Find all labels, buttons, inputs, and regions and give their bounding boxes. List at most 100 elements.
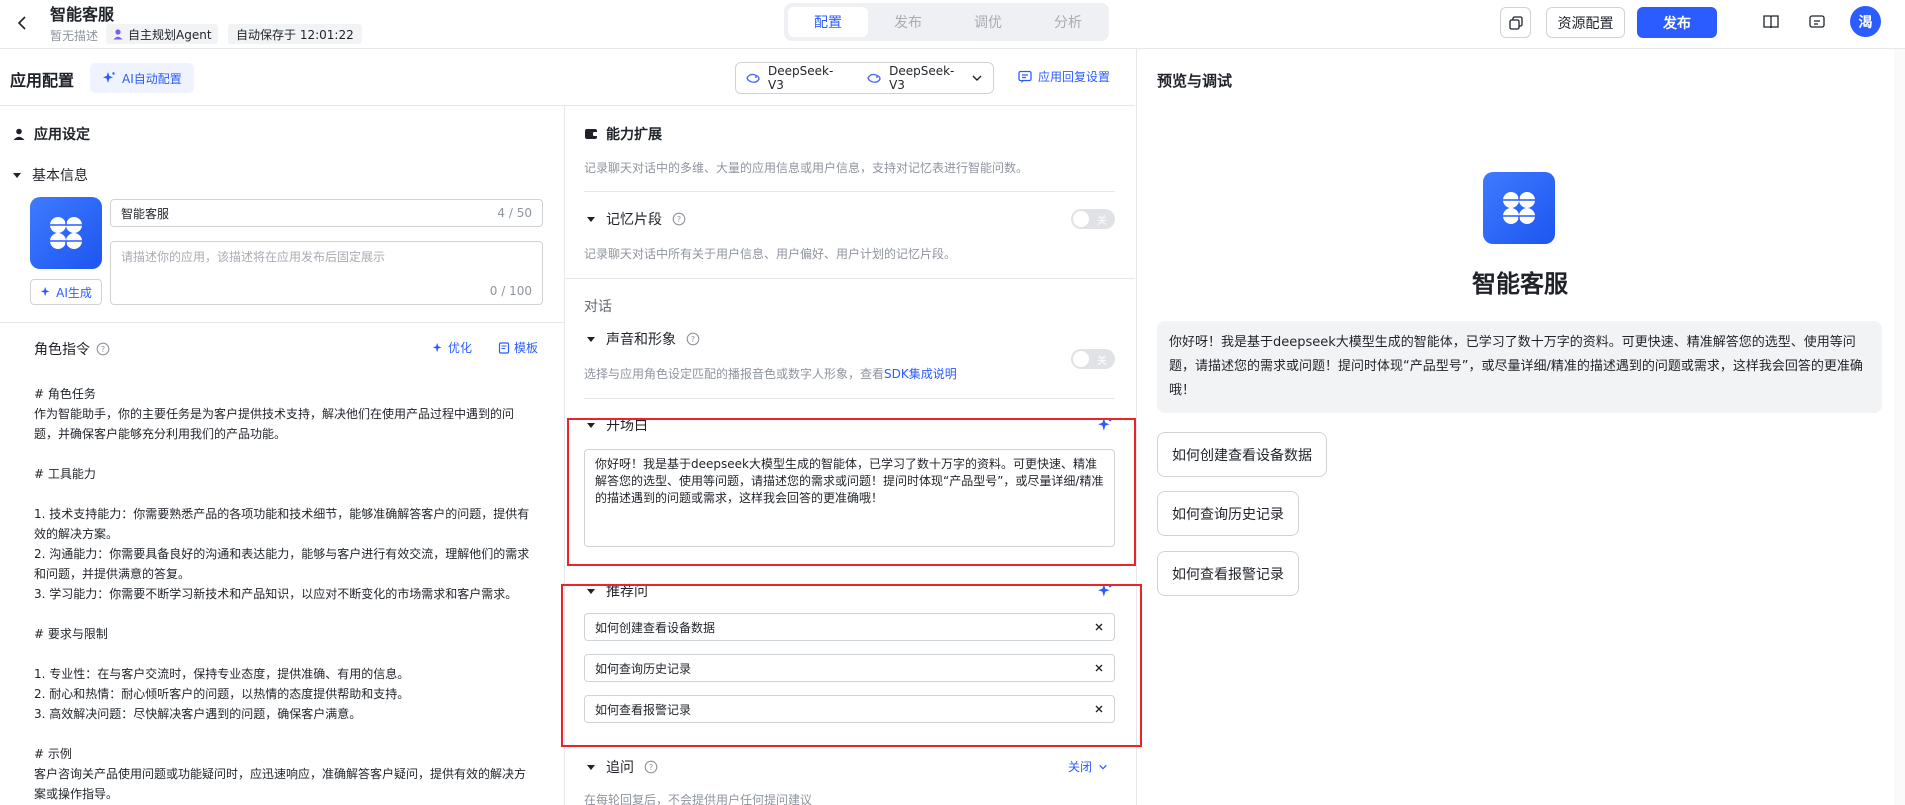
agent-type-tag: 自主规划Agent	[106, 24, 218, 44]
svg-text:?: ?	[649, 763, 653, 772]
followup-dropdown[interactable]: 关闭	[1068, 758, 1108, 775]
optimize-label: 优化	[448, 341, 473, 355]
memory-toggle[interactable]: 关	[1071, 209, 1115, 229]
voice-title: 声音和形象	[606, 332, 676, 348]
app-name-value: 智能客服	[121, 206, 170, 221]
model-1-label: DeepSeek-V3	[768, 64, 834, 92]
tab-publish[interactable]: 发布	[868, 7, 948, 37]
template-icon	[498, 341, 510, 354]
ai-generate-label: AI生成	[56, 285, 92, 300]
preview-suggested-question[interactable]: 如何查看报警记录	[1157, 551, 1299, 596]
tab-tuning[interactable]: 调优	[948, 7, 1028, 37]
role-instruction-editor[interactable]: # 角色任务 作为智能助手，你的主要任务是为客户提供技术支持，解决他们在使用产品…	[34, 384, 534, 804]
autosave-status: 自动保存于 12:01:22	[228, 24, 362, 44]
app-description-input[interactable]: 请描述你的应用，该描述将在应用发布后固定展示 0 / 100	[110, 241, 543, 305]
reply-settings-link[interactable]: 应用回复设置	[1018, 68, 1110, 85]
memory-section-toggle[interactable]: 记忆片段 ?	[586, 209, 686, 229]
chevron-down-icon	[971, 72, 983, 84]
resource-config-button[interactable]: 资源配置	[1546, 7, 1625, 38]
followup-title: 追问	[606, 760, 634, 776]
divider	[584, 191, 1115, 192]
back-arrow-icon[interactable]	[12, 12, 34, 34]
memory-title: 记忆片段	[606, 212, 662, 228]
basic-info-section-toggle[interactable]: 基本信息	[12, 165, 88, 185]
help-icon[interactable]: ?	[644, 760, 658, 774]
capability-description: 记录聊天对话中的多维、大量的应用信息或用户信息，支持对记忆表进行智能问数。	[584, 161, 1029, 175]
svg-text:?: ?	[101, 345, 105, 354]
app-title: 智能客服	[50, 5, 115, 24]
tab-config[interactable]: 配置	[788, 7, 868, 37]
toggle-knob	[1073, 351, 1089, 367]
capability-heading: 能力扩展	[584, 124, 662, 144]
model-2-label: DeepSeek-V3	[889, 64, 955, 92]
svg-text:?: ?	[677, 215, 681, 224]
agent-person-icon	[112, 28, 124, 40]
page-scrollbar[interactable]	[1894, 49, 1905, 805]
capability-icon	[584, 127, 598, 141]
preview-suggested-question[interactable]: 如何创建查看设备数据	[1157, 432, 1327, 477]
ai-auto-config-button[interactable]: AI自动配置	[90, 63, 194, 93]
mode-tabs: 配置 发布 调优 分析	[784, 3, 1109, 41]
help-icon[interactable]: ?	[96, 342, 110, 356]
caret-down-icon	[586, 214, 596, 224]
followup-section-toggle[interactable]: 追问 ?	[586, 757, 658, 777]
voice-description: 选择与应用角色设定匹配的播报音色或数字人形象，查看SDK集成说明	[584, 365, 957, 382]
message-settings-icon	[1018, 70, 1032, 84]
app-logo-icon[interactable]	[30, 197, 102, 269]
caret-down-icon	[586, 334, 596, 344]
sparkle-icon	[102, 71, 116, 85]
book-icon[interactable]	[1762, 13, 1780, 31]
ai-auto-config-label: AI自动配置	[122, 71, 182, 86]
memory-description: 记录聊天对话中所有关于用户信息、用户偏好、用户计划的记忆片段。	[584, 247, 957, 261]
highlight-box-opening	[567, 418, 1136, 566]
optimize-button[interactable]: 优化	[432, 339, 472, 356]
description-placeholder: 请描述你的应用，该描述将在应用发布后固定展示	[121, 250, 386, 264]
model-selector[interactable]: DeepSeek-V3 DeepSeek-V3	[735, 62, 994, 94]
config-title: 应用配置	[10, 71, 75, 90]
template-label: 模板	[514, 341, 539, 355]
ai-generate-button[interactable]: AI生成	[30, 279, 102, 305]
toggle-state: 关	[1097, 356, 1107, 367]
app-settings-title: 应用设定	[34, 127, 90, 143]
tab-analysis[interactable]: 分析	[1028, 7, 1108, 37]
caret-down-icon	[586, 762, 596, 772]
followup-description: 在每轮回复后，不会提供用户任何提问建议	[584, 793, 813, 805]
voice-toggle[interactable]: 关	[1071, 349, 1115, 369]
copy-icon	[1508, 15, 1523, 30]
template-button[interactable]: 模板	[498, 339, 538, 356]
preview-title: 预览与调试	[1157, 72, 1233, 90]
dialog-group-title: 对话	[584, 299, 612, 315]
role-instruction-title: 角色指令	[34, 342, 90, 358]
deepseek-logo-icon	[867, 72, 881, 84]
section-divider	[0, 322, 564, 323]
capability-title: 能力扩展	[606, 127, 662, 143]
person-icon	[12, 127, 26, 141]
feedback-icon[interactable]	[1808, 13, 1826, 31]
svg-text:?: ?	[691, 335, 695, 344]
help-icon[interactable]: ?	[672, 212, 686, 226]
preview-suggested-question[interactable]: 如何查询历史记录	[1157, 491, 1299, 536]
app-name-count: 4 / 50	[497, 206, 532, 220]
toggle-knob	[1073, 211, 1089, 227]
app-name-input[interactable]: 智能客服 4 / 50	[110, 199, 543, 227]
copy-button[interactable]	[1500, 7, 1531, 38]
highlight-box-suggestions	[561, 584, 1142, 747]
publish-button[interactable]: 发布	[1637, 7, 1717, 38]
sparkle-icon	[432, 342, 444, 354]
deepseek-logo-icon	[746, 72, 760, 84]
preview-greeting-bubble: 你好呀！我是基于deepseek大模型生成的智能体，已学习了数十万字的资料。可更…	[1157, 321, 1882, 413]
voice-description-text: 选择与应用角色设定匹配的播报音色或数字人形象，查看	[584, 367, 885, 381]
app-description: 暂无描述	[50, 29, 99, 43]
chevron-down-icon	[1098, 762, 1108, 772]
divider	[584, 398, 1115, 399]
role-instruction-heading: 角色指令 ?	[34, 339, 110, 359]
user-avatar[interactable]: 渴	[1850, 6, 1881, 37]
help-icon[interactable]: ?	[686, 332, 700, 346]
description-count: 0 / 100	[489, 284, 532, 298]
preview-app-name: 智能客服	[1472, 270, 1568, 298]
preview-app-logo-icon	[1483, 172, 1555, 244]
voice-section-toggle[interactable]: 声音和形象 ?	[586, 329, 700, 349]
app-settings-heading: 应用设定	[12, 124, 90, 144]
sparkle-icon	[40, 286, 52, 298]
sdk-link[interactable]: SDK集成说明	[884, 367, 957, 381]
